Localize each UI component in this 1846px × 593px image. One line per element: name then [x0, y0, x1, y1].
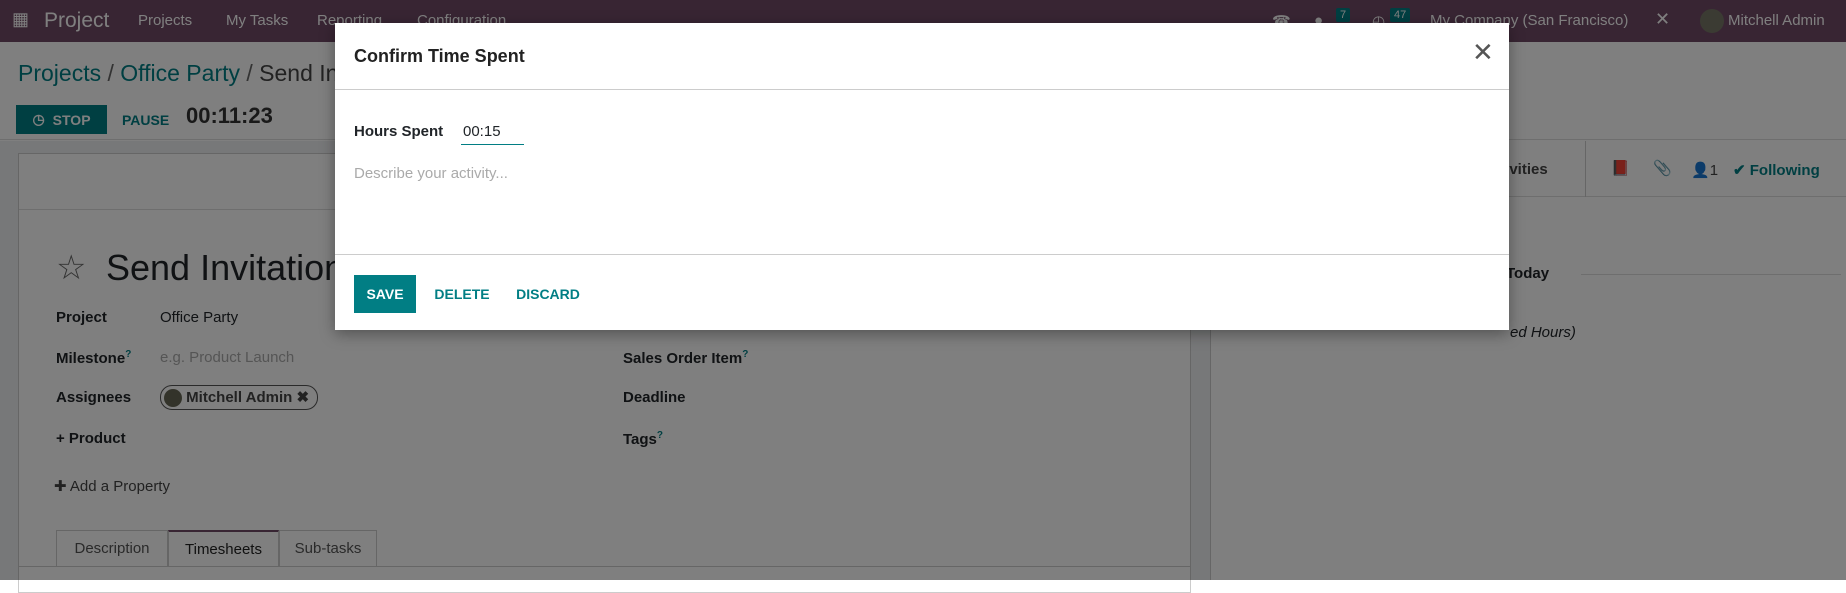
- discard-button[interactable]: DISCARD: [512, 275, 584, 313]
- hours-spent-label: Hours Spent: [354, 123, 444, 140]
- hours-spent-input[interactable]: 00:15: [461, 123, 524, 145]
- confirm-time-dialog: Confirm Time Spent ✕ Hours Spent 00:15 D…: [335, 23, 1509, 330]
- delete-button[interactable]: DELETE: [432, 275, 492, 313]
- save-button[interactable]: SAVE: [354, 275, 416, 313]
- close-icon[interactable]: ✕: [1472, 37, 1494, 68]
- description-input[interactable]: Describe your activity...: [354, 165, 508, 182]
- dialog-title: Confirm Time Spent: [354, 46, 525, 66]
